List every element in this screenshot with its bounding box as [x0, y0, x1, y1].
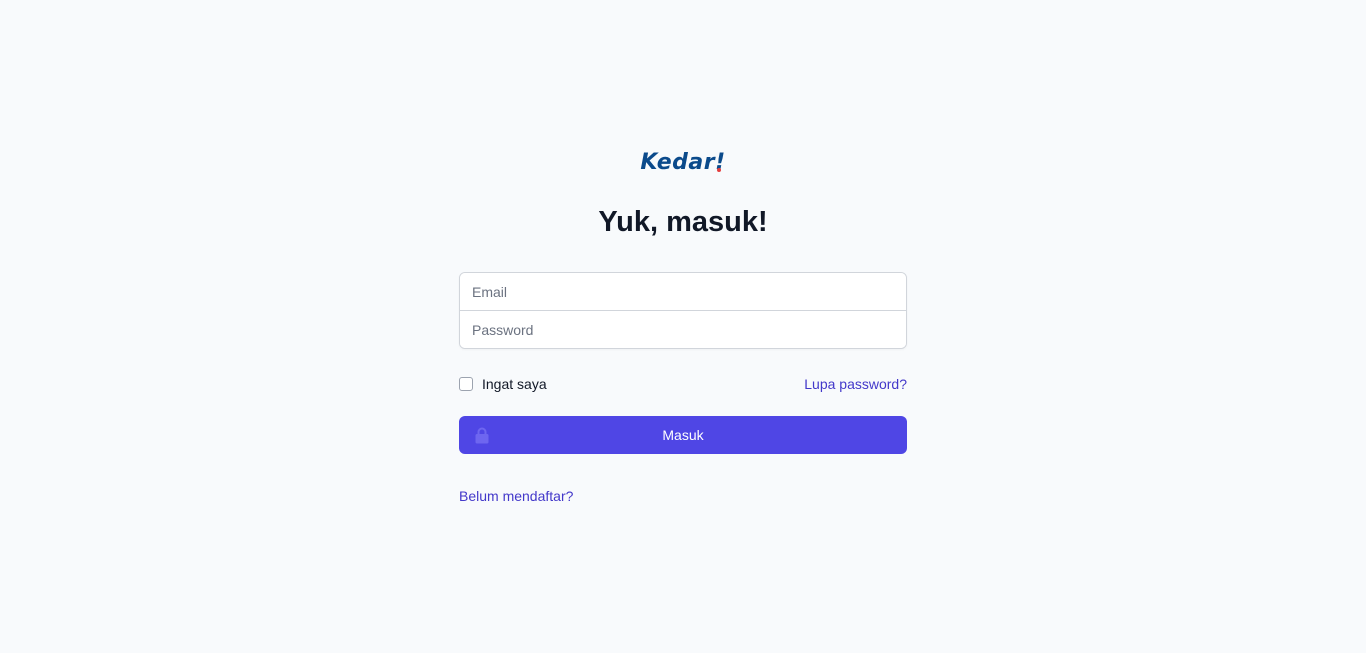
brand-mark: !: [715, 150, 726, 175]
login-container: Kedar! Yuk, masuk! Ingat saya Lupa passw…: [459, 148, 907, 506]
login-button[interactable]: Masuk: [459, 416, 907, 454]
email-field[interactable]: [460, 273, 906, 310]
lock-icon: [475, 427, 489, 444]
remember-label: Ingat saya: [482, 376, 547, 392]
brand-logo: Kedar!: [459, 148, 907, 182]
brand-name: Kedar: [640, 150, 716, 175]
login-button-label: Masuk: [662, 427, 704, 443]
forgot-password-link[interactable]: Lupa password?: [804, 376, 907, 392]
remember-me[interactable]: Ingat saya: [459, 376, 547, 392]
brand-logo-text: Kedar!: [640, 150, 725, 175]
credentials-group: [459, 272, 907, 349]
remember-checkbox[interactable]: [459, 377, 473, 391]
login-options: Ingat saya Lupa password?: [459, 374, 907, 394]
signup-link[interactable]: Belum mendaftar?: [459, 488, 573, 504]
page-title: Yuk, masuk!: [598, 206, 768, 238]
password-field[interactable]: [460, 311, 906, 348]
